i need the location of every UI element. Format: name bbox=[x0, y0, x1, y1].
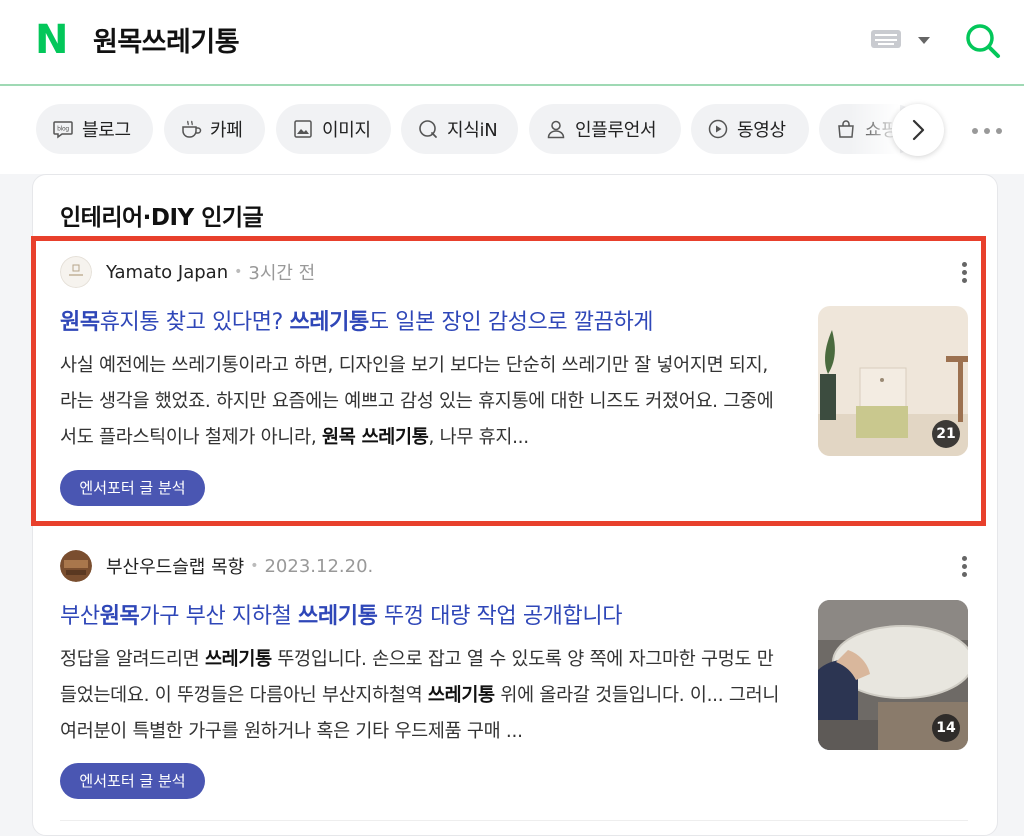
tab-influencer[interactable]: 인플루언서 bbox=[529, 104, 681, 154]
tab-label: 인플루언서 bbox=[575, 120, 657, 141]
tab-label: 지식iN bbox=[447, 120, 498, 141]
tab-label: 카페 bbox=[210, 120, 243, 141]
post-title-link[interactable]: 부산원목가구 부산 지하철 쓰레기통 뚜껑 대량 작업 공개합니다 bbox=[60, 598, 622, 630]
knowledge-icon bbox=[419, 120, 437, 138]
keyboard-icon[interactable] bbox=[871, 30, 901, 48]
cafe-cup-icon bbox=[182, 120, 202, 138]
title-text: 부산 bbox=[60, 604, 100, 629]
excerpt-keyword: 쓰레기통 bbox=[427, 685, 495, 706]
title-keyword: 원목 bbox=[99, 604, 140, 629]
tab-image[interactable]: 이미지 bbox=[276, 104, 391, 154]
post-author[interactable]: 부산우드슬랩 목향 • 2023.12.20. bbox=[60, 550, 373, 582]
post-time: 2023.12.20. bbox=[264, 555, 374, 577]
tabs-next-button[interactable] bbox=[892, 104, 944, 156]
title-text: 가구 부산 지하철 bbox=[139, 604, 299, 629]
image-count-badge: 14 bbox=[932, 714, 960, 742]
avatar bbox=[60, 550, 92, 582]
chevron-down-icon[interactable] bbox=[918, 37, 930, 44]
nsupporter-analysis-button[interactable]: 엔서포터 글 분석 bbox=[60, 763, 205, 799]
tab-knowledge-in[interactable]: 지식iN bbox=[401, 104, 518, 154]
search-query[interactable]: 원목쓰레기통 bbox=[93, 20, 240, 59]
tab-blog[interactable]: blog 블로그 bbox=[36, 104, 153, 154]
divider bbox=[60, 820, 968, 821]
person-icon bbox=[547, 120, 565, 139]
blog-icon: blog bbox=[53, 121, 73, 139]
search-icon[interactable] bbox=[964, 22, 1002, 60]
image-icon bbox=[294, 120, 312, 138]
more-options-icon[interactable] bbox=[962, 556, 968, 578]
chevron-right-icon bbox=[912, 119, 925, 141]
post-thumbnail[interactable]: 14 bbox=[818, 600, 968, 750]
post-item: 부산우드슬랩 목향 • 2023.12.20. 부산원목가구 부산 지하철 쓰레… bbox=[60, 550, 970, 800]
title-keyword: 쓰레기통 bbox=[298, 604, 378, 629]
author-name[interactable]: 부산우드슬랩 목향 bbox=[106, 553, 244, 579]
search-header: N 원목쓰레기통 bbox=[0, 0, 1024, 86]
play-icon bbox=[708, 119, 728, 139]
svg-text:blog: blog bbox=[57, 126, 69, 133]
highlight-box bbox=[31, 236, 986, 526]
separator-dot: • bbox=[250, 558, 259, 574]
naver-logo[interactable]: N bbox=[35, 20, 69, 60]
tab-label: 이미지 bbox=[322, 120, 371, 141]
tab-label: 동영상 bbox=[737, 120, 786, 141]
search-tabs: blog 블로그 카페 이미지 지식iN 인플루언서 동영상 bbox=[0, 86, 1024, 174]
post-excerpt[interactable]: 정답을 알려드리면 쓰레기통 뚜껑입니다. 손으로 잡고 열 수 있도록 양 쪽… bbox=[60, 642, 790, 750]
title-text: 뚜껑 대량 작업 공개합니다 bbox=[377, 604, 623, 629]
excerpt-keyword: 쓰레기통 bbox=[204, 649, 272, 670]
excerpt-text: 정답을 알려드리면 bbox=[60, 649, 205, 670]
tab-video[interactable]: 동영상 bbox=[691, 104, 809, 154]
tab-cafe[interactable]: 카페 bbox=[164, 104, 265, 154]
tab-label: 블로그 bbox=[82, 120, 131, 141]
section-title: 인테리어·DIY 인기글 bbox=[60, 205, 264, 231]
more-horizontal-icon[interactable] bbox=[972, 128, 1002, 134]
